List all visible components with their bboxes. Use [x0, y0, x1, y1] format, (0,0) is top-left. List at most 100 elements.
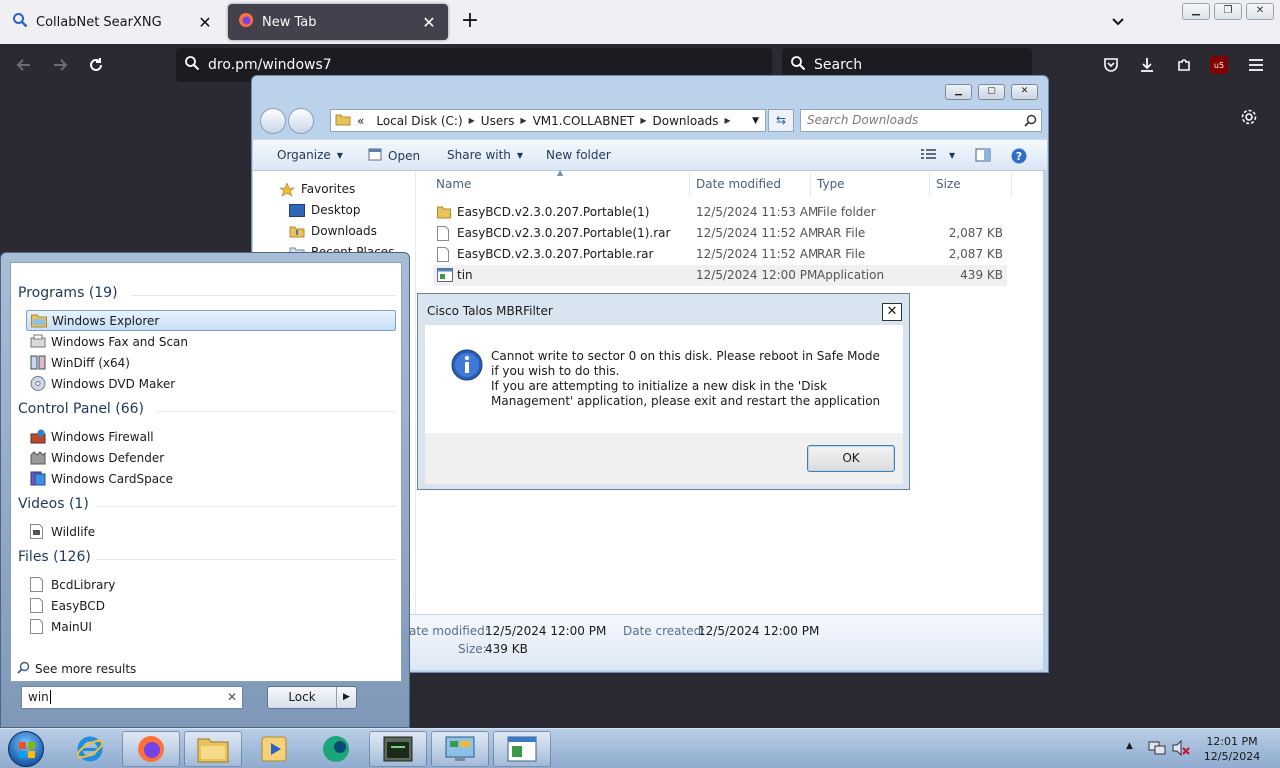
- taskbar-clock[interactable]: 12:01 PM 12/5/2024: [1196, 734, 1268, 764]
- volume-muted-icon[interactable]: [1172, 739, 1190, 759]
- result-bcdlibrary[interactable]: BcdLibrary: [26, 574, 396, 595]
- nav-desktop[interactable]: Desktop: [289, 203, 361, 217]
- nav-favorites[interactable]: Favorites: [279, 181, 355, 197]
- breadcrumb-back[interactable]: «: [357, 114, 364, 128]
- column-divider[interactable]: [689, 173, 690, 197]
- result-wildlife[interactable]: Wildlife: [26, 521, 396, 542]
- column-divider[interactable]: [810, 173, 811, 197]
- result-windiff[interactable]: WinDiff (x64): [26, 352, 396, 373]
- group-heading-programs[interactable]: Programs (19): [18, 285, 118, 301]
- tab-new-tab[interactable]: New Tab ✕: [228, 4, 448, 40]
- close-icon[interactable]: ✕: [1011, 84, 1038, 100]
- new-folder-button[interactable]: New folder: [546, 148, 611, 162]
- column-size[interactable]: Size: [936, 177, 961, 191]
- taskbar-mbrfilter[interactable]: [369, 731, 427, 767]
- result-windows-defender[interactable]: Windows Defender: [26, 447, 396, 468]
- shutdown-options-arrow-icon[interactable]: ▶: [336, 687, 356, 708]
- file-row[interactable]: EasyBCD.v2.3.0.207.Portable.rar 12/5/202…: [433, 244, 1007, 265]
- result-windows-fax-and-scan[interactable]: Windows Fax and Scan: [26, 331, 396, 352]
- start-search-input[interactable]: win ✕: [21, 686, 243, 709]
- breadcrumb-users[interactable]: Users: [481, 114, 515, 128]
- hamburger-menu-icon[interactable]: [1243, 52, 1269, 78]
- pocket-shield-icon[interactable]: [1098, 52, 1124, 78]
- downloads-icon[interactable]: [1134, 52, 1160, 78]
- extensions-puzzle-icon[interactable]: [1171, 52, 1197, 78]
- see-more-results-link[interactable]: See more results: [17, 661, 136, 677]
- taskbar-window-app[interactable]: [493, 731, 551, 767]
- clear-search-icon[interactable]: ✕: [227, 687, 237, 708]
- show-hidden-icons-arrow[interactable]: ▲: [1126, 741, 1133, 751]
- breadcrumb-arrow-icon[interactable]: ▶: [469, 116, 475, 125]
- column-name[interactable]: Name: [436, 177, 471, 191]
- column-type[interactable]: Type: [817, 177, 845, 191]
- result-windows-explorer[interactable]: Windows Explorer: [26, 310, 396, 331]
- result-windows-dvd-maker[interactable]: Windows DVD Maker: [26, 373, 396, 394]
- close-icon[interactable]: ✕: [1246, 3, 1274, 20]
- breadcrumb-downloads[interactable]: Downloads: [653, 114, 719, 128]
- ublock-origin-icon[interactable]: u5: [1210, 56, 1228, 74]
- file-row[interactable]: EasyBCD.v2.3.0.207.Portable(1) 12/5/2024…: [433, 202, 1007, 223]
- result-windows-cardspace[interactable]: Windows CardSpace: [26, 468, 396, 489]
- breadcrumb-arrow-icon[interactable]: ▶: [520, 116, 526, 125]
- group-heading-videos[interactable]: Videos (1): [18, 496, 89, 512]
- file-row-selected[interactable]: tin 12/5/2024 12:00 PM Application 439 K…: [433, 265, 1007, 286]
- taskbar-windows-explorer[interactable]: [184, 731, 242, 767]
- group-heading-files[interactable]: Files (126): [18, 549, 91, 565]
- taskbar-firefox[interactable]: [122, 731, 180, 767]
- tab-list-chevron-icon[interactable]: [1108, 12, 1132, 32]
- explorer-address-bar[interactable]: « Local Disk (C:) ▶ Users ▶ VM1.COLLABNE…: [330, 109, 766, 132]
- explorer-forward-button[interactable]: [288, 108, 314, 134]
- explorer-back-button[interactable]: [260, 108, 286, 134]
- result-label: Windows DVD Maker: [51, 376, 176, 391]
- result-windows-firewall[interactable]: Windows Firewall: [26, 426, 396, 447]
- forward-arrow-icon[interactable]: [46, 52, 74, 78]
- refresh-icon[interactable]: ⇆: [768, 109, 794, 132]
- minimize-icon[interactable]: ▁: [945, 84, 972, 100]
- address-dropdown-icon[interactable]: ▼: [752, 116, 759, 126]
- network-icon[interactable]: [1148, 740, 1166, 759]
- result-easybcd[interactable]: EasyBCD: [26, 595, 396, 616]
- result-label: BcdLibrary: [51, 577, 116, 592]
- explorer-search-input[interactable]: Search Downloads: [800, 109, 1042, 132]
- tab-collabnet-searxng[interactable]: CollabNet SearXNG ✕: [2, 4, 224, 40]
- dialog-message: Cannot write to sector 0 on this disk. P…: [491, 349, 891, 409]
- taskbar-control-panel[interactable]: [431, 731, 489, 767]
- breadcrumb-arrow-icon[interactable]: ▶: [640, 116, 646, 125]
- taskbar-internet-explorer[interactable]: [61, 731, 119, 767]
- start-search-value: win: [28, 690, 49, 704]
- see-more-label: See more results: [35, 662, 137, 676]
- share-with-button[interactable]: Share with ▼: [447, 148, 523, 162]
- column-divider[interactable]: [1011, 173, 1012, 197]
- taskbar-app-green[interactable]: [307, 731, 365, 767]
- lock-button[interactable]: Lock ▶: [267, 686, 357, 709]
- gear-icon[interactable]: [1236, 104, 1262, 130]
- tab-close-icon[interactable]: ✕: [420, 13, 438, 32]
- change-view-button[interactable]: ▼: [921, 148, 955, 163]
- minimize-icon[interactable]: ▁: [1182, 3, 1210, 20]
- tab-close-icon[interactable]: ✕: [196, 13, 214, 32]
- file-row[interactable]: EasyBCD.v2.3.0.207.Portable(1).rar 12/5/…: [433, 223, 1007, 244]
- open-button[interactable]: Open: [368, 148, 420, 164]
- defender-icon: [30, 450, 46, 465]
- maximize-icon[interactable]: ▢: [978, 84, 1005, 100]
- breadcrumb-arrow-icon[interactable]: ▶: [724, 116, 730, 125]
- group-heading-control-panel[interactable]: Control Panel (66): [18, 401, 144, 417]
- breadcrumb-user[interactable]: VM1.COLLABNET: [533, 114, 635, 128]
- nav-downloads[interactable]: Downloads: [289, 224, 377, 238]
- breadcrumb-local-disk[interactable]: Local Disk (C:): [376, 114, 462, 128]
- help-icon[interactable]: ?: [1011, 148, 1027, 164]
- taskbar-media-player[interactable]: [245, 731, 303, 767]
- organize-button[interactable]: Organize ▼: [277, 148, 343, 162]
- new-tab-plus-icon[interactable]: +: [458, 8, 482, 36]
- back-arrow-icon[interactable]: [10, 52, 38, 78]
- open-label: Open: [388, 149, 421, 163]
- column-date-modified[interactable]: Date modified: [696, 177, 781, 191]
- start-button[interactable]: [8, 731, 44, 767]
- reload-icon[interactable]: [82, 52, 110, 78]
- result-mainui[interactable]: MainUI: [26, 616, 396, 637]
- restore-icon[interactable]: ❐: [1214, 3, 1242, 20]
- preview-pane-icon[interactable]: [975, 148, 991, 162]
- close-icon[interactable]: ✕: [882, 303, 902, 321]
- ok-button[interactable]: OK: [807, 445, 895, 472]
- column-divider[interactable]: [929, 173, 930, 197]
